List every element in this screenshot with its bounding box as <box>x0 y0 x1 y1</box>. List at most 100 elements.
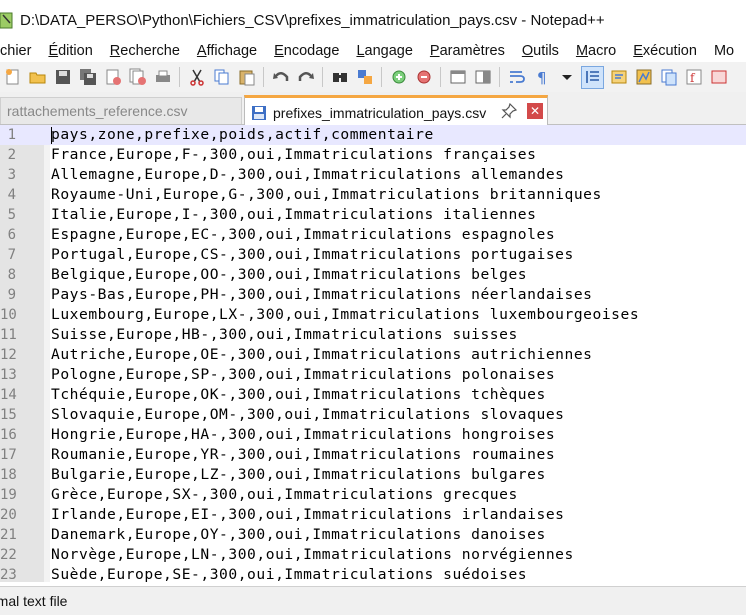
line-text: Luxembourg,Europe,LX-,300,oui,Immatricul… <box>51 306 640 323</box>
line-text: Espagne,Europe,EC-,300,oui,Immatriculati… <box>51 226 556 243</box>
sync-horizontal-icon[interactable] <box>472 67 493 88</box>
window-title: D:\DATA_PERSO\Python\Fichiers_CSV\prefix… <box>20 11 605 29</box>
menu-item[interactable]: Paramètres <box>422 43 514 59</box>
editor-line[interactable]: 4 Royaume-Uni,Europe,G-,300,oui,Immatricu… <box>0 185 746 205</box>
line-number: 7 <box>7 247 16 263</box>
editor-line[interactable]: 5 Italie,Europe,I-,300,oui,Immatriculatio… <box>0 205 746 225</box>
editor-line[interactable]: 17 Roumanie,Europe,YR-,300,oui,Immatricul… <box>0 445 746 465</box>
toolbar: ¶ f <box>0 62 746 92</box>
editor-line[interactable]: 20 Irlande,Europe,EI-,300,oui,Immatricula… <box>0 505 746 525</box>
menu-item[interactable]: Édition <box>40 43 101 59</box>
line-number: 1 <box>7 127 16 143</box>
macro-stop-icon[interactable] <box>708 67 729 88</box>
menu-item[interactable]: Exécution <box>625 43 706 59</box>
editor-line[interactable]: 7 Portugal,Europe,CS-,300,oui,Immatricula… <box>0 245 746 265</box>
line-text: Slovaquie,Europe,OM-,300,oui,Immatricula… <box>51 406 565 423</box>
menu-item[interactable]: Langage <box>348 43 421 59</box>
editor-line[interactable]: 1 pays,zone,prefixe,poids,actif,commentai… <box>0 125 746 145</box>
line-number: 23 <box>0 567 17 582</box>
editor-line[interactable]: 13 Pologne,Europe,SP-,300,oui,Immatricula… <box>0 365 746 385</box>
save-all-icon[interactable] <box>77 67 98 88</box>
close-all-icon[interactable] <box>127 67 148 88</box>
cut-icon[interactable] <box>186 67 207 88</box>
menu-item[interactable]: Encodage <box>266 43 348 59</box>
find-icon[interactable] <box>329 67 350 88</box>
editor-line[interactable]: 22 Norvège,Europe,LN-,300,oui,Immatricula… <box>0 545 746 565</box>
line-text: Allemagne,Europe,D-,300,oui,Immatriculat… <box>51 166 565 183</box>
saved-file-icon <box>252 105 266 120</box>
menu-item[interactable]: Macro <box>568 43 625 59</box>
menu-item[interactable]: chier <box>0 43 40 59</box>
zoom-out-icon[interactable] <box>413 67 434 88</box>
line-text: Autriche,Europe,OE-,300,oui,Immatriculat… <box>51 346 593 363</box>
tab-prefixes[interactable]: prefixes_immatriculation_pays.csv ✕ <box>244 95 548 127</box>
editor-line[interactable]: 21 Danemark,Europe,OY-,300,oui,Immatricul… <box>0 525 746 545</box>
print-icon[interactable] <box>152 67 173 88</box>
macro-record-icon[interactable]: f <box>683 67 704 88</box>
line-number: 12 <box>0 347 17 363</box>
editor-line[interactable]: 23 Suède,Europe,SE-,300,oui,Immatriculati… <box>0 565 746 582</box>
folder-workspace-icon[interactable] <box>658 67 679 88</box>
paste-icon[interactable] <box>236 67 257 88</box>
line-number: 8 <box>7 267 16 283</box>
status-bar: rmal text file <box>0 586 746 615</box>
tab-rattachements[interactable]: rattachements_reference.csv <box>0 97 242 124</box>
editor-line[interactable]: 11 Suisse,Europe,HB-,300,oui,Immatriculat… <box>0 325 746 345</box>
line-text: Italie,Europe,I-,300,oui,Immatriculation… <box>51 206 537 223</box>
document-map-icon[interactable] <box>633 67 654 88</box>
editor-line[interactable]: 10 Luxembourg,Europe,LX-,300,oui,Immatric… <box>0 305 746 325</box>
editor-line[interactable]: 16 Hongrie,Europe,HA-,300,oui,Immatricula… <box>0 425 746 445</box>
menu-bar: chier Édition Recherche Affichage Encodage La… <box>0 40 746 62</box>
editor-line[interactable]: 9 Pays-Bas,Europe,PH-,300,oui,Immatricula… <box>0 285 746 305</box>
save-icon[interactable] <box>52 67 73 88</box>
tab-bar: rattachements_reference.csv prefixes_imm… <box>0 92 746 127</box>
toolbar-separator <box>179 67 180 87</box>
dropdown-icon[interactable] <box>556 67 577 88</box>
line-number: 9 <box>7 287 16 303</box>
editor-line[interactable]: 2 France,Europe,F-,300,oui,Immatriculatio… <box>0 145 746 165</box>
line-number: 19 <box>0 487 17 503</box>
line-text: Royaume-Uni,Europe,G-,300,oui,Immatricul… <box>51 186 602 203</box>
line-text: Belgique,Europe,OO-,300,oui,Immatriculat… <box>51 266 528 283</box>
line-text: Suède,Europe,SE-,300,oui,Immatriculation… <box>51 566 528 582</box>
replace-icon[interactable] <box>354 67 375 88</box>
function-list-icon[interactable] <box>608 67 629 88</box>
menu-item[interactable]: Mo <box>706 43 743 59</box>
toolbar-separator <box>440 67 441 87</box>
pin-icon[interactable] <box>501 103 517 119</box>
line-number: 10 <box>0 307 17 323</box>
line-number: 6 <box>7 227 16 243</box>
show-all-chars-icon[interactable]: ¶ <box>531 67 552 88</box>
indent-guide-icon[interactable] <box>581 65 604 89</box>
sync-vertical-icon[interactable] <box>447 67 468 88</box>
editor[interactable]: 1 pays,zone,prefixe,poids,actif,commentai… <box>0 125 746 582</box>
menu-item[interactable]: Recherche <box>102 43 189 59</box>
zoom-in-icon[interactable] <box>388 67 409 88</box>
line-text: Danemark,Europe,OY-,300,oui,Immatriculat… <box>51 526 546 543</box>
editor-line[interactable]: 14 Tchéquie,Europe,OK-,300,oui,Immatricul… <box>0 385 746 405</box>
editor-line[interactable]: 6 Espagne,Europe,EC-,300,oui,Immatriculat… <box>0 225 746 245</box>
new-file-icon[interactable] <box>2 67 23 88</box>
editor-line[interactable]: 12 Autriche,Europe,OE-,300,oui,Immatricul… <box>0 345 746 365</box>
redo-icon[interactable] <box>295 67 316 88</box>
editor-line[interactable]: 18 Bulgarie,Europe,LZ-,300,oui,Immatricul… <box>0 465 746 485</box>
undo-icon[interactable] <box>270 67 291 88</box>
open-file-icon[interactable] <box>27 67 48 88</box>
editor-line[interactable]: 15 Slovaquie,Europe,OM-,300,oui,Immatricu… <box>0 405 746 425</box>
line-text: Roumanie,Europe,YR-,300,oui,Immatriculat… <box>51 446 556 463</box>
copy-icon[interactable] <box>211 67 232 88</box>
word-wrap-icon[interactable] <box>506 67 527 88</box>
editor-line[interactable]: 8 Belgique,Europe,OO-,300,oui,Immatricula… <box>0 265 746 285</box>
close-tab-icon[interactable]: ✕ <box>527 103 543 119</box>
editor-line[interactable]: 3 Allemagne,Europe,D-,300,oui,Immatricula… <box>0 165 746 185</box>
line-text: France,Europe,F-,300,oui,Immatriculation… <box>51 146 537 163</box>
menu-item[interactable]: Outils <box>514 43 568 59</box>
line-number: 15 <box>0 407 17 423</box>
menu-item[interactable]: Affichage <box>189 43 266 59</box>
line-number: 2 <box>7 147 16 163</box>
line-text: Portugal,Europe,CS-,300,oui,Immatriculat… <box>51 246 574 263</box>
line-text: Tchéquie,Europe,OK-,300,oui,Immatriculat… <box>51 386 546 403</box>
close-icon[interactable] <box>102 67 123 88</box>
editor-line[interactable]: 19 Grèce,Europe,SX-,300,oui,Immatriculati… <box>0 485 746 505</box>
line-text: Norvège,Europe,LN-,300,oui,Immatriculati… <box>51 546 574 563</box>
